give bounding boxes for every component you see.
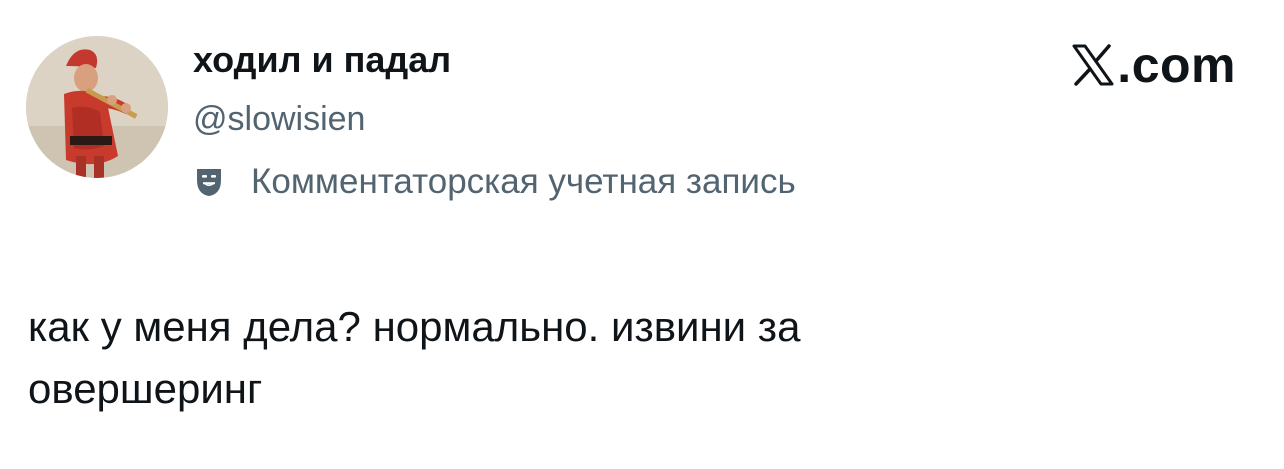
site-domain-suffix: .com (1117, 37, 1236, 93)
avatar-image (26, 36, 168, 178)
account-label-row: Комментаторская учетная запись (193, 160, 796, 204)
x-logo-icon (1071, 43, 1115, 87)
parody-mask-icon (193, 166, 225, 198)
avatar[interactable] (26, 36, 168, 178)
tweet-text-line: овершеринг (28, 365, 263, 412)
user-handle[interactable]: @slowisien (193, 98, 365, 140)
site-logo: .com (1071, 40, 1236, 90)
tweet-text: как у меня дела? нормально. извини за ов… (28, 296, 1128, 420)
tweet-text-line: как у меня дела? нормально. извини за (28, 303, 801, 350)
display-name[interactable]: ходил и падал (193, 38, 451, 82)
account-label: Комментаторская учетная запись (251, 162, 796, 201)
